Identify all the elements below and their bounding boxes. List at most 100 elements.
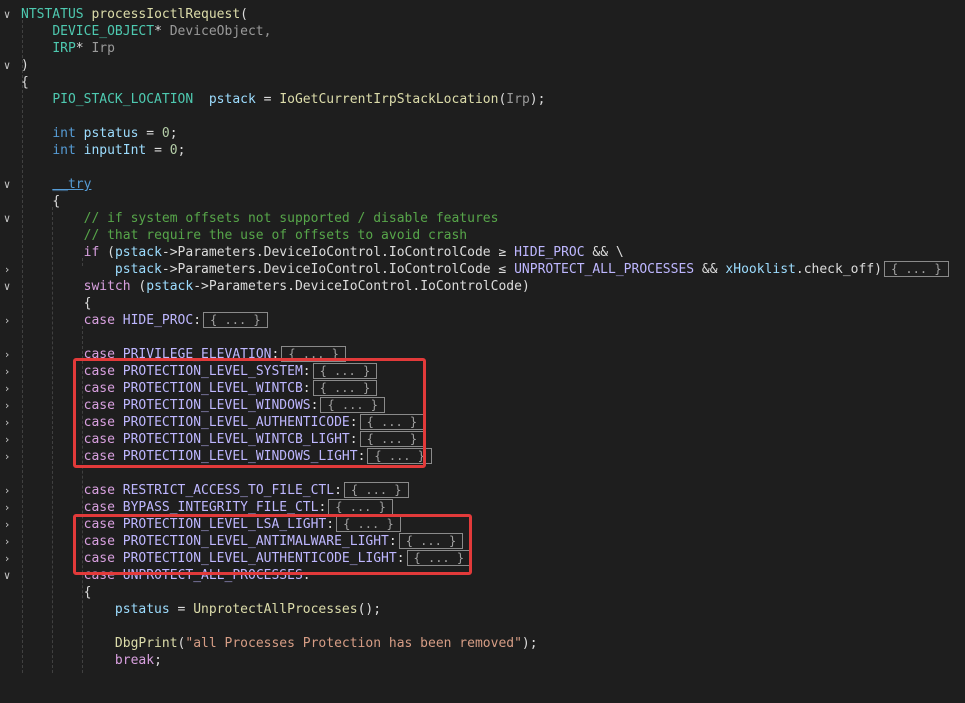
colon: :	[326, 517, 335, 532]
colon: :	[193, 313, 202, 328]
keyword: case	[83, 534, 115, 549]
function-call: UnprotectAllProcesses	[193, 602, 358, 617]
collapsed-block-button[interactable]: { ... }	[328, 499, 393, 515]
chevron-right-icon[interactable]: ›	[0, 550, 14, 567]
collapsed-block-button[interactable]: { ... }	[406, 550, 472, 566]
case-line[interactable]: › case PROTECTION_LEVEL_SYSTEM:{ ... }	[0, 363, 965, 380]
case-label: PROTECTION_LEVEL_LSA_LIGHT	[122, 517, 327, 532]
case-line[interactable]: › case PROTECTION_LEVEL_WINDOWS_LIGHT:{ …	[0, 448, 965, 465]
code-line[interactable]: ∨ __try	[0, 176, 965, 193]
function-name: processIoctlRequest	[91, 7, 241, 22]
code-line[interactable]: break;	[0, 652, 965, 669]
case-line[interactable]: › case PROTECTION_LEVEL_ANTIMALWARE_LIGH…	[0, 533, 965, 550]
paren: (	[130, 279, 147, 294]
chevron-down-icon[interactable]: ∨	[0, 6, 14, 23]
keyword: case	[83, 432, 115, 447]
code-line[interactable]: int inputInt = 0;	[0, 142, 965, 159]
code-line[interactable]: PIO_STACK_LOCATION pstack = IoGetCurrent…	[0, 91, 965, 108]
collapsed-block-button[interactable]: { ... }	[336, 516, 401, 532]
case-line[interactable]: ∨ case UNPROTECT_ALL_PROCESSES:	[0, 567, 965, 584]
case-line[interactable]: › case PROTECTION_LEVEL_AUTHENTICODE_LIG…	[0, 550, 965, 567]
return-type: NTSTATUS	[21, 7, 84, 22]
collapsed-block-button[interactable]: { ... }	[367, 448, 432, 464]
chevron-right-icon[interactable]: ›	[0, 431, 14, 448]
semicolon: ;	[177, 143, 186, 158]
colon: :	[302, 364, 311, 379]
code-line[interactable]: // that require the use of offsets to av…	[0, 227, 965, 244]
case-line[interactable]: › case BYPASS_INTEGRITY_FILE_CTL:{ ... }	[0, 499, 965, 516]
case-line[interactable]: › case PROTECTION_LEVEL_WINTCB:{ ... }	[0, 380, 965, 397]
chevron-right-icon[interactable]: ›	[0, 380, 14, 397]
case-label: PROTECTION_LEVEL_SYSTEM	[122, 364, 303, 379]
chevron-right-icon[interactable]: ›	[0, 516, 14, 533]
chevron-down-icon[interactable]: ∨	[0, 176, 14, 193]
collapsed-block-button[interactable]: { ... }	[320, 397, 386, 413]
collapsed-block-button[interactable]: { ... }	[312, 363, 378, 379]
case-line[interactable]: › case PROTECTION_LEVEL_WINDOWS:{ ... }	[0, 397, 965, 414]
case-line[interactable]: › case PROTECTION_LEVEL_WINTCB_LIGHT:{ .…	[0, 431, 965, 448]
param-name: DeviceObject,	[169, 24, 272, 39]
case-line[interactable]: › case RESTRICT_ACCESS_TO_FILE_CTL:{ ...…	[0, 482, 965, 499]
case-line[interactable]: › case HIDE_PROC:{ ... }	[0, 312, 965, 329]
code-line[interactable]: DEVICE_OBJECT* DeviceObject,	[0, 23, 965, 40]
code-line[interactable]: DbgPrint("all Processes Protection has b…	[0, 635, 965, 652]
chevron-down-icon[interactable]: ∨	[0, 278, 14, 295]
collapsed-block-button[interactable]: { ... }	[281, 346, 346, 362]
comment: // if system offsets not supported / dis…	[83, 211, 499, 226]
chevron-down-icon[interactable]: ∨	[0, 210, 14, 227]
case-label: UNPROTECT_ALL_PROCESSES	[122, 568, 303, 583]
code-line[interactable]: pstatus = UnprotectAllProcesses();	[0, 601, 965, 618]
collapsed-block-button[interactable]: { ... }	[343, 482, 409, 498]
colon: :	[310, 398, 319, 413]
chevron-right-icon[interactable]: ›	[0, 261, 14, 278]
code-line[interactable]: ∨ )	[0, 57, 965, 74]
chevron-right-icon[interactable]: ›	[0, 533, 14, 550]
chevron-right-icon[interactable]: ›	[0, 312, 14, 329]
chevron-right-icon[interactable]: ›	[0, 499, 14, 516]
collapsed-block-button[interactable]: { ... }	[359, 414, 425, 430]
chevron-right-icon[interactable]: ›	[0, 414, 14, 431]
keyword: case	[83, 313, 115, 328]
code-line[interactable]: {	[0, 584, 965, 601]
operator: =	[169, 602, 194, 617]
chevron-down-icon[interactable]: ∨	[0, 57, 14, 74]
code-line[interactable]: {	[0, 295, 965, 312]
colon: :	[334, 483, 342, 498]
code-line[interactable]: int pstatus = 0;	[0, 125, 965, 142]
code-line[interactable]: if (pstack->Parameters.DeviceIoControl.I…	[0, 244, 965, 261]
collapsed-block-button[interactable]: { ... }	[203, 312, 268, 328]
code-line[interactable]: ∨ switch (pstack->Parameters.DeviceIoCon…	[0, 278, 965, 295]
brace: {	[83, 585, 92, 600]
case-line[interactable]: › case PRIVILEGE_ELEVATION:{ ... }	[0, 346, 965, 363]
code-line[interactable]: IRP* Irp	[0, 40, 965, 57]
case-label: PROTECTION_LEVEL_AUTHENTICODE_LIGHT	[122, 551, 397, 566]
collapsed-block-button[interactable]: { ... }	[883, 261, 949, 277]
string-literal: "all Processes Protection has been remov…	[185, 636, 522, 651]
collapsed-block-button[interactable]: { ... }	[359, 431, 425, 447]
case-label: PRIVILEGE_ELEVATION	[122, 347, 272, 362]
expression: .check_off)	[795, 262, 882, 277]
expression: ->Parameters.DeviceIoControl.IoControlCo…	[161, 262, 515, 277]
chevron-right-icon[interactable]: ›	[0, 346, 14, 363]
code-line[interactable]: {	[0, 193, 965, 210]
case-line[interactable]: › case PROTECTION_LEVEL_AUTHENTICODE:{ .…	[0, 414, 965, 431]
number: 0	[169, 143, 178, 158]
code-line[interactable]: › pstack->Parameters.DeviceIoControl.IoC…	[0, 261, 965, 278]
chevron-down-icon[interactable]: ∨	[0, 567, 14, 584]
expression: ->Parameters.DeviceIoControl.IoControlCo…	[193, 279, 530, 294]
chevron-right-icon[interactable]: ›	[0, 397, 14, 414]
collapsed-block-button[interactable]: { ... }	[398, 533, 464, 549]
code-editor[interactable]: ∨ NTSTATUS processIoctlRequest( DEVICE_O…	[0, 0, 965, 673]
keyword: int	[52, 126, 76, 141]
code-line[interactable]: ∨ NTSTATUS processIoctlRequest(	[0, 6, 965, 23]
colon: :	[302, 381, 311, 396]
chevron-right-icon[interactable]: ›	[0, 448, 14, 465]
chevron-right-icon[interactable]: ›	[0, 363, 14, 380]
case-label: PROTECTION_LEVEL_WINTCB	[122, 381, 303, 396]
code-line[interactable]: {	[0, 74, 965, 91]
chevron-right-icon[interactable]: ›	[0, 482, 14, 499]
keyword: case	[83, 415, 115, 430]
code-line[interactable]: ∨ // if system offsets not supported / d…	[0, 210, 965, 227]
case-line[interactable]: › case PROTECTION_LEVEL_LSA_LIGHT:{ ... …	[0, 516, 965, 533]
collapsed-block-button[interactable]: { ... }	[312, 380, 378, 396]
